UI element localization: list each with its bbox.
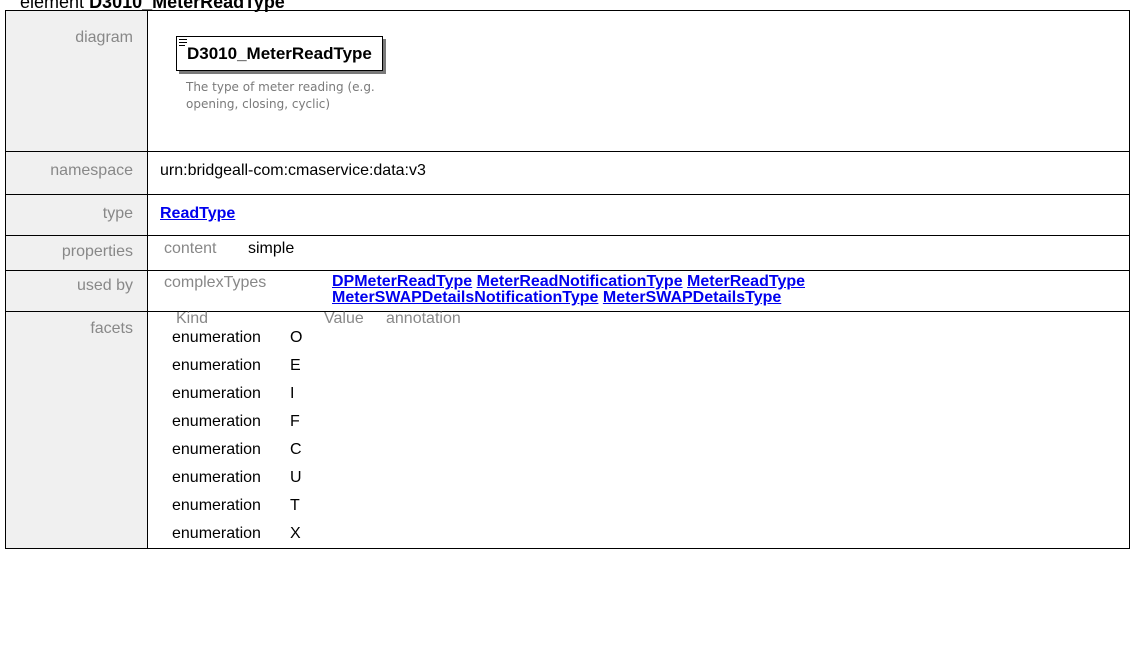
facets-list: enumeration O enumeration E enumeration I e… <box>160 324 1129 548</box>
facet-row: enumeration F <box>172 413 300 430</box>
facet-row: enumeration C <box>172 441 302 458</box>
facets-header-value: Value <box>324 310 364 327</box>
facets-header-annotation: annotation <box>386 310 461 327</box>
row-facets: facets Kind Value annotation enumeration O … <box>5 310 1130 549</box>
element-lines-icon <box>179 39 187 47</box>
facet-row: enumeration I <box>172 385 295 402</box>
row-namespace: namespace urn:bridgeall-com:cmaservice:d… <box>5 151 1130 195</box>
used-by-link[interactable]: MeterSWAPDetailsNotificationType <box>332 289 598 306</box>
label-facets: facets <box>90 320 133 337</box>
facet-row: enumeration E <box>172 357 301 374</box>
row-used-by: used by complexTypes DPMeterReadType Met… <box>5 270 1130 312</box>
used-by-key: complexTypes <box>164 274 267 291</box>
property-value: simple <box>248 240 295 257</box>
row-diagram: diagram D3010_MeterReadType The type of … <box>5 10 1130 152</box>
diagram-annotation: The type of meter reading (e.g. opening,… <box>186 80 375 111</box>
row-properties: properties content simple <box>5 235 1130 271</box>
diagram-element-name: D3010_MeterReadType <box>187 44 372 63</box>
used-by-link[interactable]: DPMeterReadType <box>332 273 472 290</box>
facet-row: enumeration U <box>172 469 302 486</box>
namespace-value: urn:bridgeall-com:cmaservice:data:v3 <box>160 162 426 179</box>
facet-row: enumeration O <box>172 329 303 346</box>
facet-row: enumeration X <box>172 525 301 542</box>
used-by-link[interactable]: MeterSWAPDetailsType <box>603 289 781 306</box>
label-used-by: used by <box>76 277 133 294</box>
label-namespace: namespace <box>50 162 133 179</box>
label-type: type <box>102 205 133 222</box>
row-type: type ReadType <box>5 194 1130 236</box>
property-key: content <box>164 240 217 257</box>
label-diagram: diagram <box>75 29 133 46</box>
used-by-link[interactable]: MeterReadType <box>687 273 805 290</box>
facets-header-kind: Kind <box>176 310 209 327</box>
diagram-element-box[interactable]: D3010_MeterReadType <box>176 36 383 71</box>
used-by-link[interactable]: MeterReadNotificationType <box>477 273 683 290</box>
facet-row: enumeration T <box>172 497 300 514</box>
element-doc-table: diagram D3010_MeterReadType The type of … <box>5 10 1130 549</box>
used-by-links: DPMeterReadType MeterReadNotificationTyp… <box>332 274 972 306</box>
label-properties: properties <box>61 243 133 260</box>
type-link[interactable]: ReadType <box>160 195 235 223</box>
